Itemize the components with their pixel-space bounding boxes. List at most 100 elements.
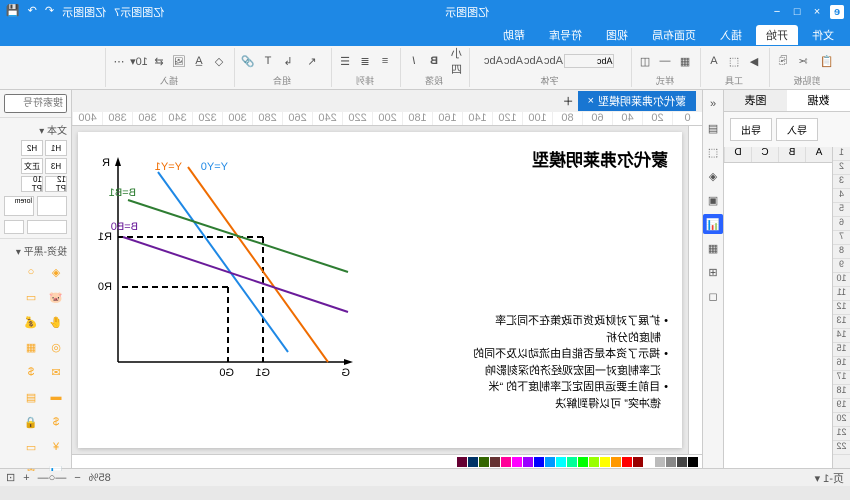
envelope-icon[interactable]: ✉ [45,361,67,383]
breadcrumb-2[interactable]: 亿图图示 [62,4,106,20]
italic-icon[interactable]: I [405,52,423,70]
text-preview[interactable] [37,196,67,216]
color-swatch[interactable] [556,457,566,467]
col-b[interactable]: B [778,147,805,162]
link-icon[interactable]: 🔗 [239,52,257,70]
cut-icon[interactable]: ✂ [794,52,812,70]
menu-insert[interactable]: 插入 [710,25,752,45]
money-icon[interactable]: $ [20,361,42,383]
h3-button[interactable]: H3 [45,158,67,174]
text-tool-icon[interactable]: T [259,52,277,70]
color-swatch[interactable] [666,457,676,467]
piggy-icon[interactable]: 🐷 [45,286,67,308]
more-icon[interactable]: ⋯ [110,52,128,70]
font-family[interactable]: Abc [565,54,615,68]
style3[interactable]: Abc [505,52,523,70]
minimize-icon[interactable]: − [770,5,784,19]
vt-grid-icon[interactable]: ⊞ [703,262,723,282]
style4[interactable]: Abc [485,52,503,70]
line-style[interactable] [27,220,67,234]
lp-tab-chart[interactable]: 图表 [724,90,787,111]
vt-layer-icon[interactable]: ⬚ [703,142,723,162]
zoom-plus[interactable]: + [23,472,29,484]
connector-icon[interactable]: ↳ [279,52,297,70]
shadow-icon[interactable]: ◫ [636,52,654,70]
pt10-button[interactable]: 10 PT [21,176,43,192]
color-swatch[interactable] [468,457,478,467]
color-swatch[interactable] [567,457,577,467]
align-l-icon[interactable]: ≡ [376,52,394,70]
align-r-icon[interactable]: ☰ [336,52,354,70]
canvas[interactable]: 蒙代尔弗莱明模型 R G R0 R1 G0 G1 [78,132,682,448]
breadcrumb-1[interactable]: 亿图图示7 [114,4,164,20]
dollar-icon[interactable]: $ [45,411,67,433]
scale-icon[interactable]: ⚖ [20,461,42,471]
undo-icon[interactable]: ↶ [45,4,54,20]
color-swatch[interactable] [545,457,555,467]
size-input[interactable]: 10▾ [130,52,148,70]
chart-icon[interactable]: 📊 [45,461,67,471]
h1-button[interactable]: H1 [45,140,67,156]
add-tab-icon[interactable]: ＋ [563,93,574,109]
zoom-value[interactable]: 85% [89,472,111,484]
style2[interactable]: Abc [525,52,543,70]
vt-page-icon[interactable]: ▤ [703,118,723,138]
color-swatch[interactable] [622,457,632,467]
color-swatch[interactable] [589,457,599,467]
h2-button[interactable]: H2 [21,140,43,156]
spreadsheet[interactable]: 12345678910111213141516171819202122 A B … [724,147,850,468]
adjust-icon[interactable]: ⇄ [150,52,168,70]
pointer-icon[interactable]: ▶ [745,52,763,70]
text-section-header[interactable]: 文本 ▾ [4,122,67,137]
calc-icon[interactable]: ▦ [20,336,42,358]
safe-icon[interactable]: 🔒 [20,411,42,433]
menu-view[interactable]: 视图 [596,25,638,45]
menu-help[interactable]: 帮助 [493,25,535,45]
vt-square-icon[interactable]: ◻ [703,286,723,306]
style1[interactable]: Abc [545,52,563,70]
cursor-icon[interactable]: ↖ [299,48,325,74]
symbol-search-input[interactable] [4,94,67,113]
lorem-preview[interactable]: lorem [4,196,34,216]
save-icon[interactable]: 💾 [6,4,20,20]
close-icon[interactable]: × [810,5,824,19]
color-swatch[interactable] [578,457,588,467]
vt-chart-icon[interactable]: 📊 [703,214,723,234]
body-button[interactable]: 正文 [21,158,43,174]
image1-icon[interactable]: A̲ [190,52,208,70]
color-swatch[interactable] [501,457,511,467]
menu-file[interactable]: 文件 [802,25,844,45]
coins-icon[interactable]: ○ [20,261,42,283]
col-a[interactable]: A [805,147,832,162]
collapse-icon[interactable]: « [703,94,723,114]
shape-icon[interactable]: ◇ [210,52,228,70]
color-swatch[interactable] [688,457,698,467]
col-d[interactable]: D [724,147,751,162]
line-w[interactable] [4,220,24,234]
color-swatch[interactable] [600,457,610,467]
vt-table-icon[interactable]: ▦ [703,238,723,258]
clap-icon[interactable]: ✋ [45,311,67,333]
color-swatch[interactable] [611,457,621,467]
text-icon[interactable]: A [705,52,723,70]
yen-icon[interactable]: ¥ [45,436,67,458]
stack-icon[interactable]: ▭ [20,286,42,308]
bag-icon[interactable]: 💰 [20,311,42,333]
color-swatch[interactable] [655,457,665,467]
icons-section-header[interactable]: 投资-黑平 ▾ [4,243,67,258]
fontsize[interactable]: 小四 [445,52,463,70]
menu-symbols[interactable]: 符号库 [539,25,592,45]
color-swatch[interactable] [457,457,467,467]
export-button[interactable]: 导出 [730,118,772,141]
color-swatch[interactable] [534,457,544,467]
doc-tab[interactable]: 蒙代尔弗莱明模型× [578,91,696,111]
copy-icon[interactable]: ⎘ [774,52,792,70]
target-icon[interactable]: ◎ [45,336,67,358]
menu-start[interactable]: 开始 [756,25,798,45]
color-swatch[interactable] [479,457,489,467]
briefcase-icon[interactable]: ▭ [20,436,42,458]
vt-shape-icon[interactable]: ▣ [703,190,723,210]
bold-icon[interactable]: B [425,52,443,70]
color-swatch[interactable] [490,457,500,467]
tab-close-icon[interactable]: × [588,95,594,107]
